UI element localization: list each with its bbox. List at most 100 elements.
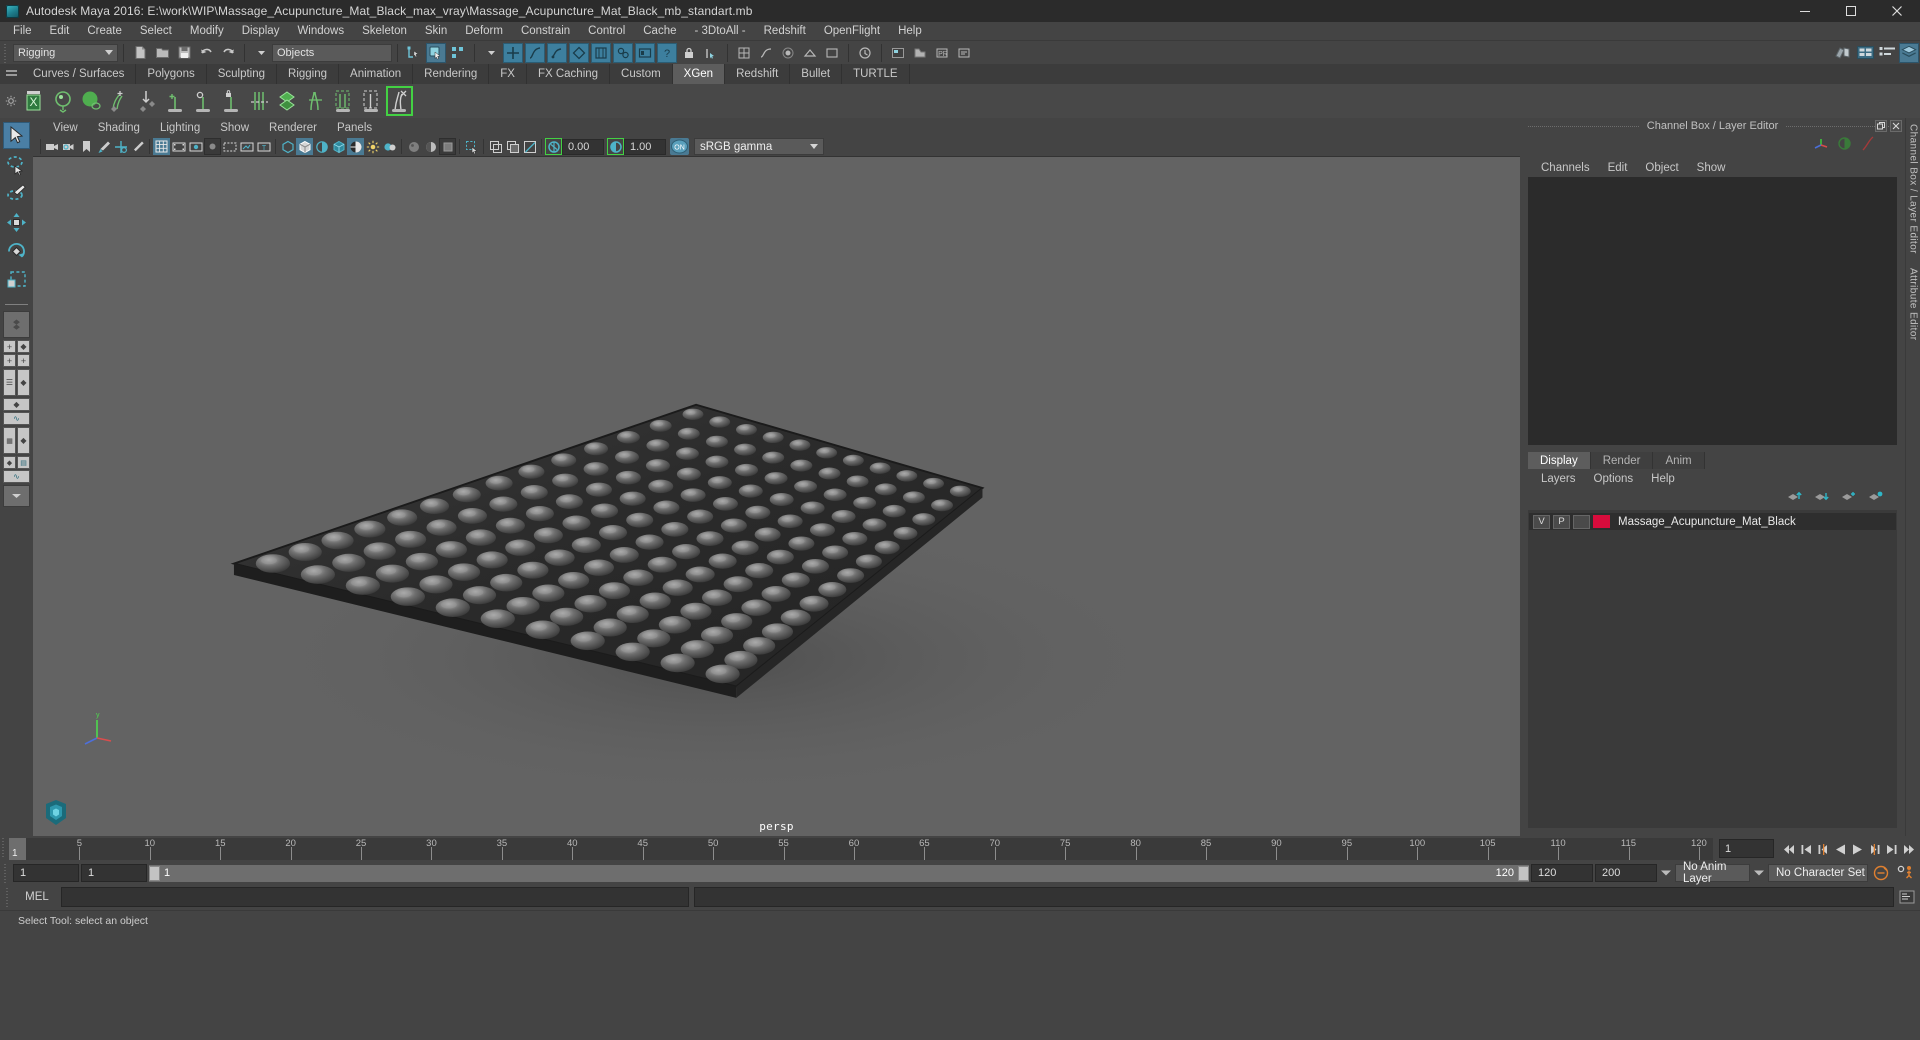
move-tool[interactable]: [3, 209, 30, 236]
gate-mask-icon[interactable]: [204, 138, 221, 155]
viewport-menu-panels[interactable]: Panels: [327, 122, 382, 134]
channelbox-object-menu[interactable]: Object: [1636, 162, 1687, 174]
shelf-tab-xgen[interactable]: XGen: [672, 64, 726, 84]
menu-create[interactable]: Create: [78, 22, 131, 40]
use-default-material-icon[interactable]: [364, 138, 381, 155]
redo-icon[interactable]: [218, 43, 238, 63]
range-start-field[interactable]: 1: [81, 864, 147, 882]
character-set-field[interactable]: No Character Set: [1768, 864, 1868, 882]
menu-skeleton[interactable]: Skeleton: [353, 22, 416, 40]
character-set-dropdown-icon[interactable]: [1752, 864, 1766, 882]
wireframe-on-shaded-icon[interactable]: [347, 138, 364, 155]
select-hierarchy-icon[interactable]: [404, 43, 424, 63]
current-frame-field[interactable]: 1: [1719, 839, 1774, 858]
snap-curve2-icon[interactable]: [756, 43, 776, 63]
menu-modify[interactable]: Modify: [181, 22, 233, 40]
deform-mask-icon[interactable]: [569, 42, 589, 63]
new-layer-from-selected-icon[interactable]: [1868, 489, 1883, 507]
anim-layer-dropdown-icon[interactable]: [1659, 864, 1673, 882]
snap-view-plane-icon[interactable]: [822, 43, 842, 63]
dynamic-mask-icon[interactable]: [591, 42, 611, 63]
command-grip[interactable]: [4, 886, 13, 908]
safe-title-icon[interactable]: T: [255, 138, 272, 155]
open-scene-icon[interactable]: [152, 43, 172, 63]
viewport-menu-lighting[interactable]: Lighting: [150, 122, 210, 134]
attribute-editor-icon[interactable]: [1877, 43, 1897, 63]
select-marquee-icon[interactable]: [463, 138, 480, 155]
shelf-tab-fx-caching[interactable]: FX Caching: [527, 64, 611, 84]
shelf-options-gear-icon[interactable]: [0, 95, 22, 107]
snap-curve-icon[interactable]: [701, 43, 721, 63]
bookmark-icon[interactable]: [78, 138, 95, 155]
shelf-xgen-editor-icon[interactable]: X: [22, 86, 49, 116]
command-language-label[interactable]: MEL: [13, 891, 61, 903]
anim-layer-field[interactable]: No Anim Layer: [1675, 861, 1750, 885]
channels-menu[interactable]: Channels: [1532, 162, 1599, 174]
current-time-indicator[interactable]: 1: [9, 838, 26, 860]
shelf-xgen-region-icon[interactable]: [190, 86, 217, 116]
layer-help-menu[interactable]: Help: [1642, 473, 1684, 485]
curve-icon[interactable]: [1860, 136, 1875, 156]
layer-visibility-toggle[interactable]: V: [1533, 514, 1550, 529]
wireframe-icon[interactable]: [279, 138, 296, 155]
layer-tab-display[interactable]: Display: [1528, 452, 1591, 469]
layer-tab-render[interactable]: Render: [1590, 452, 1654, 469]
range-slider[interactable]: 1 120: [149, 864, 1529, 882]
menu-skin[interactable]: Skin: [416, 22, 456, 40]
exposure-field[interactable]: 0.00: [562, 138, 604, 155]
field-chart-icon[interactable]: [221, 138, 238, 155]
persp-outliner-graph-layout[interactable]: ◆ ▤ ∿: [3, 456, 30, 483]
select-tool[interactable]: [3, 122, 30, 149]
menu-select[interactable]: Select: [131, 22, 181, 40]
select-component-icon[interactable]: [448, 43, 468, 63]
viewport-copy-icon[interactable]: [487, 138, 504, 155]
shelf-tab-curves-surfaces[interactable]: Curves / Surfaces: [22, 64, 137, 84]
go-to-start-icon[interactable]: [1782, 839, 1797, 859]
shelf-xgen-density-icon[interactable]: [134, 86, 161, 116]
snap-grid-icon[interactable]: [734, 43, 754, 63]
shelf-xgen-select-guides-icon[interactable]: [330, 86, 357, 116]
isolate-select-icon[interactable]: [439, 138, 456, 155]
channelbox-show-menu[interactable]: Show: [1688, 162, 1735, 174]
flat-shade-icon[interactable]: [330, 138, 347, 155]
color-management-toggle[interactable]: ON: [670, 138, 689, 155]
move-layer-down-icon[interactable]: [1814, 489, 1829, 507]
channel-box-icon[interactable]: [1855, 43, 1875, 63]
persp-graph-layout[interactable]: ◆ ∿: [3, 398, 30, 425]
layer-name[interactable]: Massage_Acupuncture_Mat_Black: [1618, 516, 1796, 528]
new-layer-icon[interactable]: [1841, 489, 1856, 507]
rotate-tool[interactable]: [3, 238, 30, 265]
viewport-snapshot-icon[interactable]: [521, 138, 538, 155]
smooth-shade-selected-icon[interactable]: [313, 138, 330, 155]
layer-list[interactable]: V P Massage_Acupuncture_Mat_Black: [1528, 510, 1897, 828]
selection-mask-dropdown[interactable]: Objects: [272, 43, 392, 62]
view-transform-dropdown[interactable]: sRGB gamma: [694, 138, 824, 155]
step-back-keyframe-icon[interactable]: [1799, 839, 1814, 859]
script-editor-icon[interactable]: [1894, 890, 1920, 904]
statusline-grip[interactable]: [2, 41, 11, 64]
timeline-grip[interactable]: [0, 836, 9, 858]
dock-tab-attribute-editor[interactable]: Attribute Editor: [1908, 268, 1919, 341]
go-to-end-icon[interactable]: [1901, 839, 1916, 859]
shelf-xgen-lock-icon[interactable]: [218, 86, 245, 116]
shelf-tab-bullet[interactable]: Bullet: [790, 64, 843, 84]
hypershade-persp-layout[interactable]: ▦ ◆: [3, 427, 30, 454]
single-pane-layout[interactable]: [3, 311, 30, 338]
range-grip[interactable]: [2, 862, 11, 884]
close-icon[interactable]: [1890, 120, 1902, 132]
step-back-frame-icon[interactable]: [1816, 839, 1831, 859]
question-mask-icon[interactable]: ?: [657, 42, 677, 63]
render-view-icon[interactable]: [888, 43, 908, 63]
menu-constrain[interactable]: Constrain: [512, 22, 579, 40]
safe-action-icon[interactable]: [238, 138, 255, 155]
step-forward-keyframe-icon[interactable]: [1884, 839, 1899, 859]
smooth-shade-all-icon[interactable]: [296, 138, 313, 155]
speed-icon[interactable]: [1837, 136, 1852, 156]
show-hide-ui-icon[interactable]: [1833, 43, 1853, 63]
command-input[interactable]: [61, 887, 689, 907]
anim-end-field[interactable]: 200: [1595, 864, 1657, 882]
step-forward-frame-icon[interactable]: [1867, 839, 1882, 859]
layer-tab-anim[interactable]: Anim: [1653, 452, 1705, 469]
shelf-xgen-cut-icon[interactable]: [246, 86, 273, 116]
shelf-tab-turtle[interactable]: TURTLE: [842, 64, 910, 84]
